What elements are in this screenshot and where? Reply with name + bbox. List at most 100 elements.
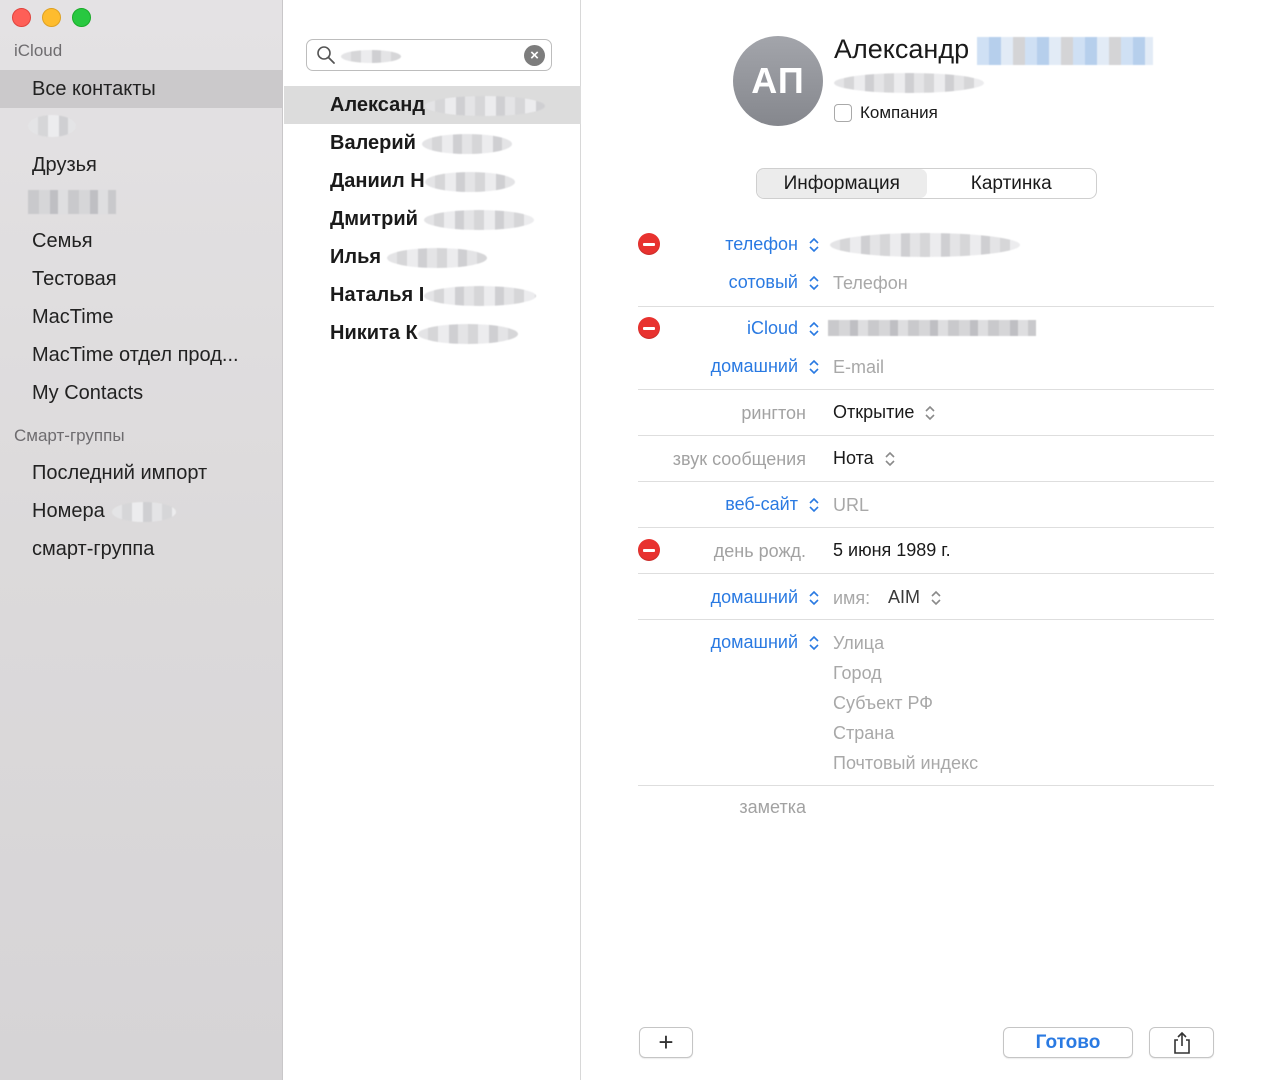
url-input[interactable]: URL (833, 495, 869, 516)
sidebar-item-label: смарт-группа (32, 538, 155, 560)
sidebar-item-family[interactable]: Семья (0, 222, 282, 260)
stepper-icon (809, 322, 819, 337)
divider (638, 527, 1214, 528)
redacted-label (424, 171, 515, 192)
contact-row[interactable]: Илья (284, 238, 581, 276)
close-button[interactable] (12, 8, 31, 27)
sidebar-item-label: MacTime (32, 306, 114, 328)
share-button[interactable] (1149, 1027, 1214, 1058)
company-checkbox[interactable] (834, 104, 852, 122)
mobile-input[interactable]: Телефон (833, 273, 908, 294)
contact-name: Илья (330, 246, 382, 268)
country-input[interactable]: Страна (833, 723, 894, 744)
street-input[interactable]: Улица (833, 633, 884, 654)
stepper-icon (925, 406, 935, 421)
delete-email-button[interactable] (638, 317, 660, 339)
email-value-redacted[interactable] (828, 320, 1036, 336)
redacted-label (112, 501, 177, 522)
sidebar-item-label: Последний импорт (32, 462, 208, 484)
divider (638, 481, 1214, 482)
sidebar-item-label: MacTime отдел прод... (32, 344, 239, 366)
sidebar-item-mactime-sales[interactable]: MacTime отдел прод... (0, 336, 282, 374)
state-input[interactable]: Субъект РФ (833, 693, 933, 714)
minimize-button[interactable] (42, 8, 61, 27)
city-input[interactable]: Город (833, 663, 882, 684)
divider (638, 785, 1214, 786)
sidebar-item-last-import[interactable]: Последний импорт (0, 454, 282, 492)
tab-info[interactable]: Информация (757, 169, 927, 198)
avatar[interactable]: АП (733, 36, 823, 126)
home-email-label-selector[interactable]: домашний (711, 356, 820, 377)
redacted-label (28, 114, 76, 137)
contact-list-column: × Александ Валерий Даниил Н Дмитрий Илья… (284, 0, 581, 1080)
im-name-input[interactable]: имя: (833, 588, 870, 609)
delete-birthday-button[interactable] (638, 539, 660, 561)
redacted-label (417, 323, 518, 344)
im-service: AIM (888, 587, 921, 607)
im-service-selector[interactable]: AIM (888, 587, 942, 608)
phone-label-selector[interactable]: телефон (725, 234, 820, 255)
redacted-label (28, 189, 116, 214)
company-option[interactable]: Компания (834, 103, 938, 123)
sidebar-item-mactime[interactable]: MacTime (0, 298, 282, 336)
contact-row[interactable]: Александ (284, 86, 581, 124)
redacted-label (421, 133, 512, 154)
stepper-icon (809, 276, 819, 291)
contact-row[interactable]: Даниил Н (284, 162, 581, 200)
message-sound-selector[interactable]: Нота (833, 448, 896, 469)
zip-input[interactable]: Почтовый индекс (833, 753, 978, 774)
contact-name: Александ (330, 94, 426, 116)
clear-icon[interactable]: × (524, 45, 545, 66)
contact-name: Наталья I (330, 284, 425, 306)
window-controls (12, 8, 91, 27)
sidebar-item-smart-group[interactable]: смарт-группа (0, 530, 282, 568)
sidebar-item-redacted[interactable] (0, 106, 282, 144)
phone-label: телефон (725, 234, 798, 254)
search-field[interactable]: × (306, 39, 552, 71)
sidebar: iCloud Все контакты Друзья Семья Тестова… (0, 0, 283, 1080)
sidebar-item-all-contacts[interactable]: Все контакты (0, 70, 282, 108)
tab-picture[interactable]: Картинка (927, 169, 1097, 198)
mobile-label-selector[interactable]: сотовый (729, 272, 820, 293)
website-label-selector[interactable]: веб-сайт (725, 494, 820, 515)
sidebar-item-label: Все контакты (32, 78, 156, 100)
im-label: домашний (710, 587, 798, 607)
website-label: веб-сайт (725, 494, 798, 514)
email-label-selector[interactable]: iCloud (747, 318, 820, 339)
contact-full-name[interactable]: Александр (834, 34, 1153, 65)
sidebar-item-my-contacts[interactable]: My Contacts (0, 374, 282, 412)
contact-row[interactable]: Наталья I (284, 276, 581, 314)
im-label-selector[interactable]: домашний (711, 587, 820, 608)
mobile-label: сотовый (728, 272, 798, 292)
sidebar-item-numbers[interactable]: Номера (0, 492, 282, 530)
sidebar-section-smart-groups: Смарт-группы (14, 426, 125, 445)
sidebar-item-friends[interactable]: Друзья (0, 146, 282, 184)
stepper-icon (931, 591, 941, 606)
birthday-value[interactable]: 5 июня 1989 г. (833, 540, 951, 561)
sidebar-item-label: Номера (32, 500, 105, 522)
contact-row[interactable]: Валерий (284, 124, 581, 162)
contact-row[interactable]: Никита К (284, 314, 581, 352)
last-name-redacted (976, 36, 1153, 65)
zoom-button[interactable] (72, 8, 91, 27)
detail-tabs: Информация Картинка (756, 168, 1097, 199)
ringtone-value: Открытие (833, 402, 915, 422)
sidebar-item-label: Друзья (32, 154, 97, 176)
done-button[interactable]: Готово (1003, 1027, 1133, 1058)
add-field-button[interactable]: + (639, 1027, 693, 1058)
phone-value-redacted[interactable] (830, 233, 1020, 257)
delete-phone-button[interactable] (638, 233, 660, 255)
email-input[interactable]: E-mail (833, 357, 884, 378)
share-icon (1173, 1031, 1190, 1054)
sidebar-item-test[interactable]: Тестовая (0, 260, 282, 298)
contact-row[interactable]: Дмитрий (284, 200, 581, 238)
ringtone-selector[interactable]: Открытие (833, 402, 936, 423)
address-label: домашний (710, 632, 798, 652)
redacted-label (425, 95, 546, 116)
first-name: Александр (834, 34, 970, 64)
ringtone-label: рингтон (741, 403, 806, 423)
sidebar-item-redacted[interactable] (0, 182, 282, 220)
message-sound-label: звук сообщения (672, 449, 806, 469)
stepper-icon (809, 636, 819, 651)
address-label-selector[interactable]: домашний (711, 632, 820, 653)
